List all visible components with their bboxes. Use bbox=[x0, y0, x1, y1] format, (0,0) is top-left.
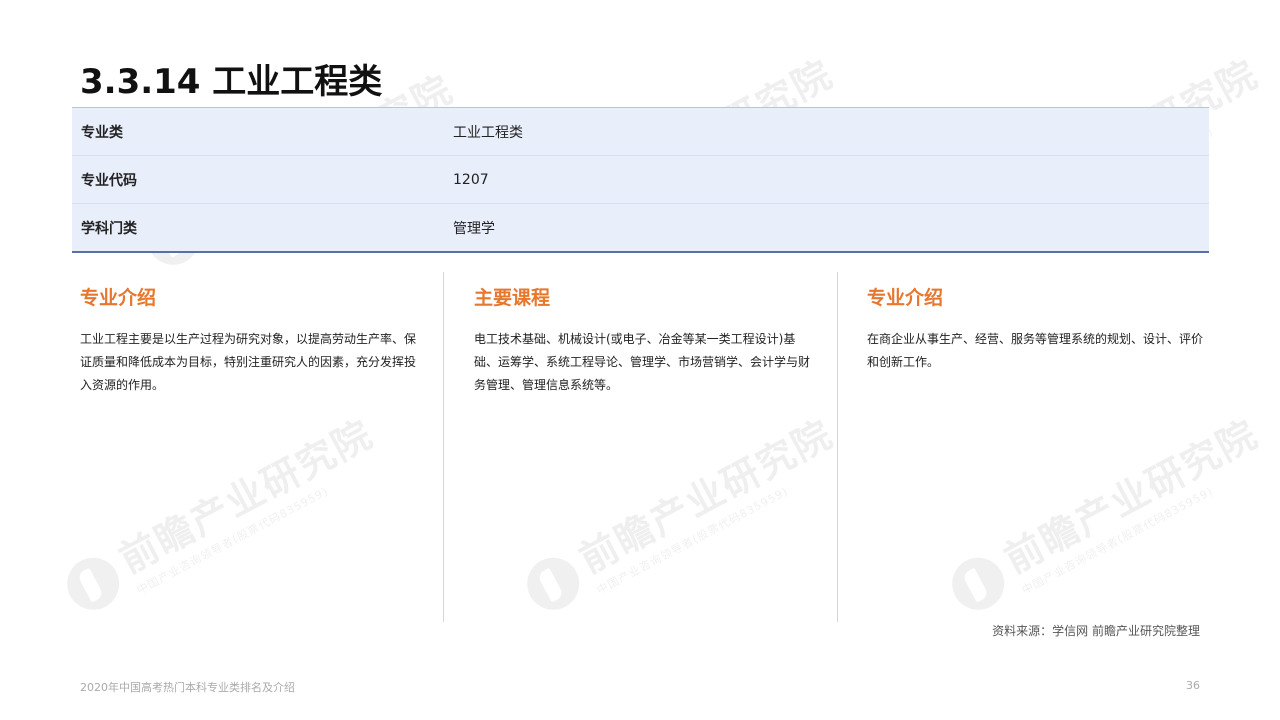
column-careers: 专业介绍 在商企业从事生产、经营、服务等管理系统的规划、设计、评价和创新工作。 bbox=[867, 275, 1207, 623]
column-divider bbox=[837, 272, 838, 622]
column-divider bbox=[443, 272, 444, 622]
major-info-table: 专业类 工业工程类 专业代码 1207 学科门类 管理学 bbox=[72, 107, 1209, 253]
column-heading: 专业介绍 bbox=[867, 287, 944, 309]
column-introduction: 专业介绍 工业工程主要是以生产过程为研究对象，以提高劳动生产率、保证质量和降低成… bbox=[80, 275, 420, 623]
column-heading: 主要课程 bbox=[474, 287, 551, 309]
info-value: 工业工程类 bbox=[453, 124, 523, 141]
info-value: 管理学 bbox=[453, 220, 495, 237]
info-key: 专业代码 bbox=[81, 172, 137, 189]
column-body: 电工技术基础、机械设计(或电子、冶金等某一类工程设计)基础、运筹学、系统工程导论… bbox=[474, 332, 811, 392]
info-value: 1207 bbox=[453, 171, 489, 188]
slide-page: 前瞻产业研究院 中国产业咨询领导者(股票代码835959) 前瞻产业研究院 中国… bbox=[0, 0, 1280, 720]
column-heading: 专业介绍 bbox=[80, 287, 157, 309]
column-courses: 主要课程 电工技术基础、机械设计(或电子、冶金等某一类工程设计)基础、运筹学、系… bbox=[474, 275, 814, 623]
info-key: 专业类 bbox=[81, 124, 123, 141]
page-title: 3.3.14 工业工程类 bbox=[80, 62, 383, 102]
column-body: 在商企业从事生产、经营、服务等管理系统的规划、设计、评价和创新工作。 bbox=[867, 332, 1204, 369]
info-row-discipline: 学科门类 管理学 bbox=[72, 204, 1209, 251]
info-row-code: 专业代码 1207 bbox=[72, 156, 1209, 204]
footer-report-title: 2020年中国高考热门本科专业类排名及介绍 bbox=[80, 681, 295, 694]
column-body: 工业工程主要是以生产过程为研究对象，以提高劳动生产率、保证质量和降低成本为目标，… bbox=[80, 332, 417, 392]
info-row-category: 专业类 工业工程类 bbox=[72, 108, 1209, 156]
info-key: 学科门类 bbox=[81, 220, 137, 237]
source-note: 资料来源：学信网 前瞻产业研究院整理 bbox=[992, 624, 1200, 638]
page-number: 36 bbox=[1186, 679, 1200, 692]
